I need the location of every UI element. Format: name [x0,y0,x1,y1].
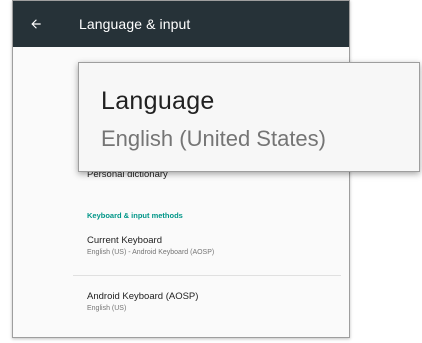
language-item-zoomed[interactable]: Language English (United States) [78,62,420,172]
arrow-left-icon [31,19,41,29]
page-title: Language & input [79,16,191,32]
app-bar: Language & input [13,1,349,47]
android-keyboard-item[interactable]: Android Keyboard (AOSP) English (US) [87,291,341,312]
language-summary: English (United States) [101,126,326,151]
divider [73,275,341,276]
back-button[interactable] [13,1,59,47]
current-keyboard-item[interactable]: Current Keyboard English (US) - Android … [87,235,341,256]
android-keyboard-summary: English (US) [87,305,127,312]
android-keyboard-title: Android Keyboard (AOSP) [87,291,199,302]
current-keyboard-title: Current Keyboard [87,235,162,246]
section-header-keyboard: Keyboard & input methods [87,211,183,220]
current-keyboard-summary: English (US) - Android Keyboard (AOSP) [87,249,215,256]
language-title: Language [101,87,215,115]
